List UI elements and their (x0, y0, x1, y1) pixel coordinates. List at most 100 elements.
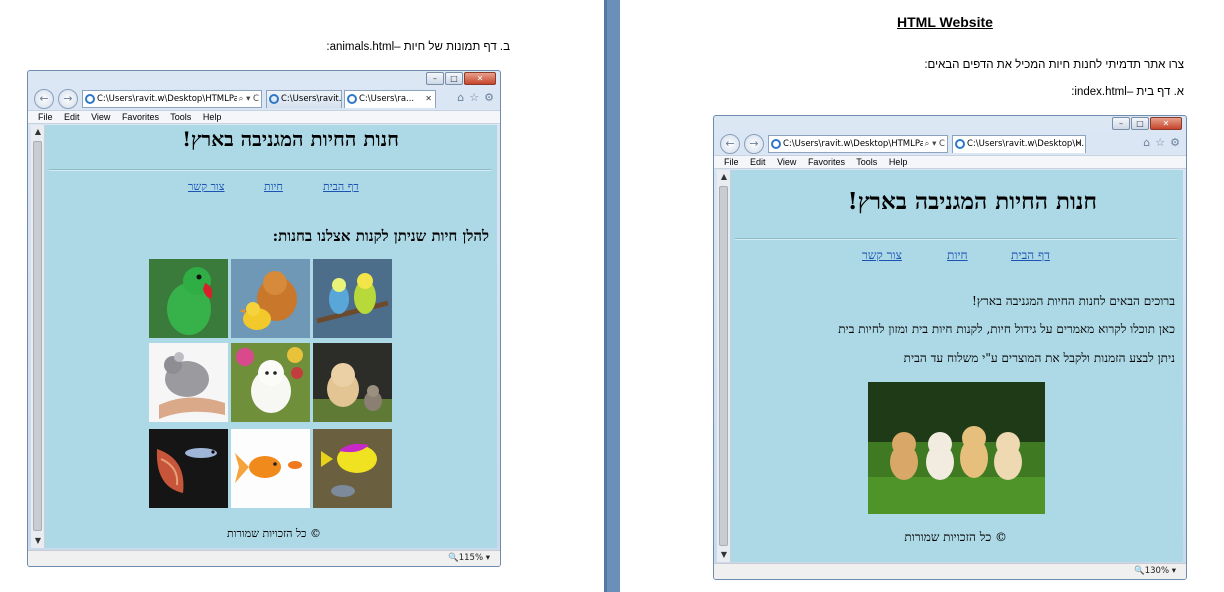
gear-icon[interactable]: ⚙ (1170, 136, 1180, 149)
tab-active[interactable]: C:\Users\ravit.w\Desktop\H... ✕ (952, 135, 1086, 153)
item-a-label: א. דף בית –index.html: (1071, 86, 1184, 98)
page-viewport: ▲ ▼ חנות החיות המגניבה בארץ! דף הבית חיו… (31, 125, 497, 548)
status-bar: 🔍115% ▾ (28, 550, 500, 566)
document-page-right: HTML Website צרו אתר תדמיתי לחנות חיות ה… (620, 0, 1224, 592)
animals-browser-window: – □ ✕ ← → C:\Users\ravit.w\Desktop\HTMLP… (27, 70, 501, 567)
nav-link-animals[interactable]: חיות (947, 248, 968, 263)
address-bar[interactable]: C:\Users\ravit.w\Desktop\HTMLPa ⌕ ▾ C (768, 135, 948, 153)
minimize-icon[interactable]: – (1112, 117, 1130, 130)
title-bar[interactable]: – □ ✕ (28, 71, 500, 88)
tab-label: C:\Users\ra... (359, 94, 415, 104)
photo-puppy-and-kitten (313, 343, 392, 422)
vertical-scrollbar[interactable]: ▲ ▼ (31, 125, 45, 548)
scroll-up-icon[interactable]: ▲ (717, 170, 731, 184)
favorites-star-icon[interactable]: ☆ (469, 91, 479, 104)
menu-file[interactable]: File (38, 112, 53, 122)
close-icon[interactable]: ✕ (464, 72, 496, 85)
menu-bar: File Edit View Favorites Tools Help (28, 110, 500, 124)
menu-tools[interactable]: Tools (170, 112, 191, 122)
address-controls-icon[interactable]: ⌕ ▾ C (236, 91, 259, 107)
address-text: C:\Users\ravit.w\Desktop\HTMLPa (783, 139, 925, 149)
ie-page-icon (85, 94, 95, 104)
back-icon[interactable]: ← (34, 89, 54, 109)
back-icon[interactable]: ← (720, 134, 740, 154)
nav-link-contact[interactable]: צור קשר (188, 180, 225, 193)
menu-help[interactable]: Help (203, 112, 222, 122)
home-icon[interactable]: ⌂ (1143, 136, 1150, 149)
home-icon[interactable]: ⌂ (457, 91, 464, 104)
footer-copyright: © כל הזכויות שמורות (904, 530, 1007, 544)
forward-icon[interactable]: → (744, 134, 764, 154)
site-title: חנות החיות המגניבה בארץ! (847, 188, 1097, 215)
document-intro: צרו אתר תדמיתי לחנות חיות המכיל את הדפים… (924, 59, 1184, 71)
photo-chinchilla (149, 343, 228, 422)
nav-link-home[interactable]: דף הבית (1011, 248, 1050, 263)
scroll-thumb[interactable] (33, 141, 42, 531)
nav-link-contact[interactable]: צור קשר (862, 248, 902, 263)
navigation-row: ← → C:\Users\ravit.w\Desktop\HTMLPa ⌕ ▾ … (714, 133, 1186, 155)
site-title: חנות החיות המגניבה בארץ! (182, 127, 399, 151)
minimize-icon[interactable]: – (426, 72, 444, 85)
zoom-level: 115% (458, 553, 484, 563)
nav-link-animals[interactable]: חיות (264, 180, 283, 193)
tab-inactive[interactable]: C:\Users\ravit.w\... (266, 90, 342, 108)
menu-view[interactable]: View (777, 157, 796, 167)
divider (735, 238, 1177, 240)
menu-edit[interactable]: Edit (750, 157, 766, 167)
menu-favorites[interactable]: Favorites (122, 112, 159, 122)
ie-page-icon (771, 139, 781, 149)
document-page-left: ב. דף תמונות של חיות –animals.html: – □ … (0, 0, 604, 592)
gear-icon[interactable]: ⚙ (484, 91, 494, 104)
scroll-down-icon[interactable]: ▼ (31, 534, 45, 548)
status-bar: 🔍130% ▾ (714, 563, 1186, 579)
ie-page-icon (269, 94, 279, 104)
favorites-star-icon[interactable]: ☆ (1155, 136, 1165, 149)
vertical-scrollbar[interactable]: ▲ ▼ (717, 170, 731, 562)
maximize-icon[interactable]: □ (1131, 117, 1149, 130)
scroll-down-icon[interactable]: ▼ (717, 548, 731, 562)
photo-guppy-fish (149, 429, 228, 508)
title-bar[interactable]: – □ ✕ (714, 116, 1186, 133)
zoom-control[interactable]: 🔍130% ▾ (1134, 564, 1176, 579)
photo-goldfish (231, 429, 310, 508)
page-subtitle: להלן חיות שניתן לקנות אצלנו בחנות: (272, 227, 489, 245)
tab-label: C:\Users\ravit.w\... (281, 94, 342, 104)
page-viewport: ▲ ▼ חנות החיות המגניבה בארץ! דף הבית חיו… (717, 170, 1183, 562)
photo-parrot (149, 259, 228, 338)
welcome-line-2: כאן תוכלו לקרוא מאמרים על גידול חיות, לק… (838, 322, 1175, 336)
tab-close-icon[interactable]: ✕ (1075, 136, 1082, 152)
forward-icon[interactable]: → (58, 89, 78, 109)
footer-copyright: © כל הזכויות שמורות (226, 527, 321, 540)
zoom-control[interactable]: 🔍115% ▾ (448, 551, 490, 566)
maximize-icon[interactable]: □ (445, 72, 463, 85)
tab-close-icon[interactable]: ✕ (425, 91, 432, 107)
welcome-line-3: ניתן לבצע הזמנות ולקבל את המוצרים ע"י מש… (903, 351, 1175, 365)
photo-white-puppy (231, 343, 310, 422)
index-browser-window: – □ ✕ ← → C:\Users\ravit.w\Desktop\HTMLP… (713, 115, 1187, 580)
close-icon[interactable]: ✕ (1150, 117, 1182, 130)
menu-view[interactable]: View (91, 112, 110, 122)
tab-active[interactable]: C:\Users\ra... ✕ (344, 90, 436, 108)
divider (49, 169, 491, 171)
nav-link-home[interactable]: דף הבית (323, 180, 359, 193)
address-controls-icon[interactable]: ⌕ ▾ C (922, 136, 945, 152)
menu-tools[interactable]: Tools (856, 157, 877, 167)
welcome-line-1: ברוכים הבאים לחנות החיות המגניבה בארץ! (971, 294, 1175, 308)
photo-tropical-fish (313, 429, 392, 508)
address-text: C:\Users\ravit.w\Desktop\HTMLPa (97, 94, 239, 104)
photo-puppies-on-grass (868, 382, 1045, 514)
navigation-row: ← → C:\Users\ravit.w\Desktop\HTMLPa ⌕ ▾ … (28, 88, 500, 110)
tab-label: C:\Users\ravit.w\Desktop\H... (967, 139, 1086, 149)
address-bar[interactable]: C:\Users\ravit.w\Desktop\HTMLPa ⌕ ▾ C (82, 90, 262, 108)
photo-budgies (313, 259, 392, 338)
menu-edit[interactable]: Edit (64, 112, 80, 122)
scroll-thumb[interactable] (719, 186, 728, 546)
menu-favorites[interactable]: Favorites (808, 157, 845, 167)
ie-page-icon (955, 139, 965, 149)
document-heading: HTML Website (897, 14, 993, 30)
menu-help[interactable]: Help (889, 157, 908, 167)
menu-file[interactable]: File (724, 157, 739, 167)
scroll-up-icon[interactable]: ▲ (31, 125, 45, 139)
zoom-level: 130% (1144, 566, 1170, 576)
page-gutter (604, 0, 620, 592)
